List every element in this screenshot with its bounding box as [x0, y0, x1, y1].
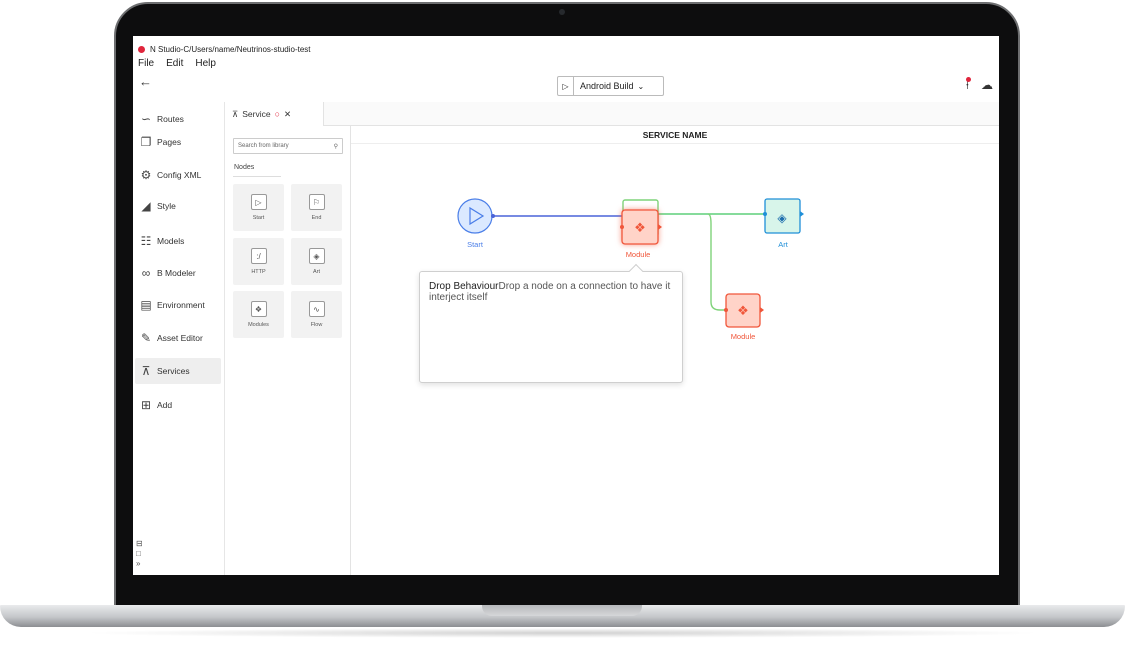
library-search-input[interactable]: Search from library ⚲ — [233, 138, 343, 154]
cloud-upload-icon[interactable]: ☁ — [981, 78, 993, 93]
sitemap-icon: ☷ — [140, 234, 152, 248]
server-icon: ▤ — [140, 298, 152, 312]
nodes-icon: ∞ — [141, 266, 151, 280]
node-card-label: Modules — [248, 322, 269, 328]
tab-strip: ⊼ Service ○ ✕ — [226, 102, 999, 126]
play-icon: ▷ — [250, 194, 267, 210]
sidebar-item-style[interactable]: ◢ Style — [135, 193, 221, 219]
node-card-label: HTTP — [251, 269, 266, 275]
flow-node-module-2[interactable]: ❖ — [724, 293, 764, 328]
node-card-label: Art — [312, 269, 321, 275]
back-arrow-icon[interactable]: ← — [139, 74, 152, 89]
sidebar-item-services[interactable]: ⊼ Services — [135, 358, 221, 384]
menu-edit[interactable]: Edit — [166, 58, 183, 69]
node-card-http[interactable]: :/ HTTP — [233, 238, 284, 285]
route-icon: ∽ — [140, 112, 152, 126]
menu-help[interactable]: Help — [195, 58, 216, 69]
fork-icon: ⊼ — [141, 364, 151, 378]
sidebar-item-add[interactable]: ⊞ Add — [135, 392, 221, 418]
cube-icon: ◈ — [308, 248, 325, 264]
sidebar-item-models[interactable]: ☷ Models — [135, 228, 221, 254]
menu-bar: File Edit Help — [138, 58, 216, 69]
node-card-label: End — [311, 215, 322, 221]
node-label-module-2: Module — [730, 332, 756, 341]
app-logo-icon — [138, 45, 145, 53]
sidebar-item-asset-editor[interactable]: ✎ Asset Editor — [135, 325, 221, 351]
list-icon[interactable]: ⊟ — [136, 539, 143, 549]
sidebar-item-label: Environment — [157, 300, 205, 310]
gear-icon: ⚙ — [140, 168, 152, 182]
unsaved-indicator-icon: ○ — [274, 109, 281, 119]
node-label-module: Module — [625, 250, 651, 259]
build-label: Android Build — [580, 81, 634, 91]
sidebar-item-label: Services — [157, 366, 190, 376]
window-title: N Studio-C/Users/name/Neutrinos-studio-t… — [150, 44, 311, 54]
nodes-section-label: Nodes — [234, 164, 255, 171]
sidebar-item-label: Add — [157, 400, 173, 410]
connection-module-module2 — [707, 213, 725, 311]
search-icon: ⚲ — [333, 143, 338, 150]
node-card-art[interactable]: ◈ Art — [291, 238, 342, 285]
node-card-label: Flow — [310, 322, 323, 328]
svg-text:❖: ❖ — [737, 304, 749, 319]
node-card-start[interactable]: ▷ Start — [233, 184, 284, 231]
build-selector[interactable]: ▷ Android Build ⌄ — [557, 76, 664, 96]
menu-file[interactable]: File — [138, 58, 154, 69]
tab-label: Service — [242, 109, 271, 119]
search-placeholder: Search from library — [238, 143, 289, 149]
add-page-icon: ⊞ — [140, 398, 152, 412]
expand-icon[interactable]: » — [136, 559, 143, 569]
fork-icon: ⊼ — [232, 108, 239, 119]
chevron-down-icon: ⌄ — [637, 81, 645, 91]
svg-text:◈: ◈ — [777, 211, 787, 225]
node-card-modules[interactable]: ❖ Modules — [233, 291, 284, 338]
notification-bell-icon[interactable]: ⍿ — [966, 77, 971, 93]
node-card-label: Start — [252, 215, 265, 221]
node-card-flow[interactable]: ∿ Flow — [291, 291, 342, 338]
paint-bucket-icon: ◢ — [141, 199, 151, 213]
sidebar-item-pages[interactable]: ❐ Pages — [135, 129, 221, 155]
service-name-header: SERVICE NAME — [351, 126, 999, 144]
sidebar: ∽ Routes ❐ Pages ⚙ Config XML ◢ Style ☷ … — [133, 102, 225, 575]
http-icon: :/ — [250, 248, 267, 264]
close-icon[interactable]: ✕ — [284, 109, 291, 120]
flow-icon: ∿ — [308, 301, 325, 317]
sidebar-item-label: Config XML — [157, 170, 202, 180]
sidebar-item-label: Pages — [157, 137, 182, 147]
sidebar-item-label: Models — [157, 236, 185, 246]
flow-node-art[interactable]: ◈ — [763, 198, 804, 234]
sidebar-item-b-modeler[interactable]: ∞ B Modeler — [135, 260, 221, 286]
flow-node-module[interactable]: ❖ — [620, 209, 662, 245]
folder-edit-icon: ✎ — [140, 331, 152, 345]
drop-behaviour-tooltip: Drop BehaviourDrop a node on a connectio… — [419, 263, 683, 383]
sidebar-item-label: B Modeler — [157, 268, 196, 278]
sidebar-item-label: Asset Editor — [157, 333, 203, 343]
sidebar-item-label: Routes — [157, 114, 184, 124]
node-card-end[interactable]: ⚐ End — [291, 184, 342, 231]
tab-service[interactable]: ⊼ Service ○ ✕ — [226, 102, 324, 126]
sidebar-item-config-xml[interactable]: ⚙ Config XML — [135, 162, 221, 188]
svg-text:❖: ❖ — [634, 221, 646, 236]
node-label-art: Art — [778, 240, 788, 249]
title-bar: N Studio-C/Users/name/Neutrinos-studio-t… — [133, 42, 311, 56]
sidebar-footer-controls: ⊟ □ » — [136, 539, 143, 569]
node-library-panel: Search from library ⚲ Nodes ▷ Start ⚐ En… — [226, 126, 351, 575]
laptop-notch — [482, 605, 642, 616]
sidebar-item-environment[interactable]: ▤ Environment — [135, 292, 221, 318]
node-label-start: Start — [467, 240, 483, 249]
modules-icon: ❖ — [250, 301, 267, 317]
flow-node-start[interactable] — [457, 198, 495, 234]
sidebar-item-label: Style — [157, 201, 176, 211]
tooltip-title: Drop Behaviour — [429, 281, 499, 292]
window-icon[interactable]: □ — [136, 549, 143, 559]
play-icon: ▷ — [558, 77, 574, 95]
camera-icon — [559, 9, 565, 15]
pages-icon: ❐ — [140, 135, 152, 149]
app-window: N Studio-C/Users/name/Neutrinos-studio-t… — [133, 36, 999, 575]
flag-icon: ⚐ — [308, 194, 325, 210]
